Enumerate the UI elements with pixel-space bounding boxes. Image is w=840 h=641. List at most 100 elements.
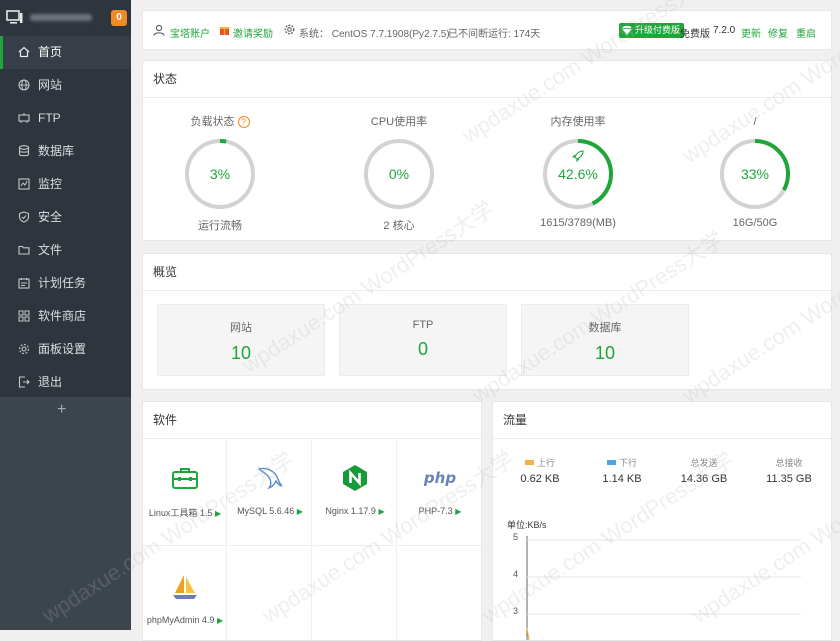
home-icon [18,46,30,58]
apps-icon [18,310,30,322]
monitor-icon [18,178,30,190]
sidebar-item-app-store[interactable]: 软件商店 [0,300,131,333]
sidebar-item-websites[interactable]: 网站 [0,69,131,102]
account-link[interactable]: 宝塔账户 [170,25,210,40]
database-icon [18,145,30,157]
server-ip-blurred [30,14,92,21]
sidebar-item-logout[interactable]: 退出 [0,366,131,399]
gauge-subtext: 16G/50G [732,217,778,229]
sidebar-item-label: 软件商店 [38,309,87,323]
software-empty-slot [398,547,481,640]
overview-label: FTP [412,319,434,331]
overview-ftp[interactable]: FTP 0 [339,304,507,376]
overview-websites[interactable]: 网站 10 [157,304,325,376]
server-icon [6,10,23,24]
gauge-label: 负载状态 [190,116,235,128]
gauge-value: 3% [209,166,231,182]
sidebar-menu: 首页 网站 FTP 数据库 监控 安全 文件 计划任务 软件商店 面板设置 退出 [0,36,131,397]
software-empty-slot [228,547,312,640]
overview-label: 网站 [230,322,252,334]
traffic-value: 1.14 KB [602,473,642,485]
software-item-toolbox[interactable]: Linux工具箱 1.5 ▶ [143,438,227,546]
logout-icon [18,376,30,388]
download-legend-swatch [606,460,616,465]
sidebar-item-security[interactable]: 安全 [0,201,131,234]
sidebar-item-label: 数据库 [38,144,75,158]
sidebar-item-files[interactable]: 文件 [0,234,131,267]
sidebar: 0 首页 网站 FTP 数据库 监控 安全 文件 计划任务 软件商店 面板设置 … [0,0,131,630]
gauge-value: 42.6% [558,166,598,182]
software-item-nginx[interactable]: Nginx 1.17.9 ▶ [313,438,397,546]
repair-link[interactable]: 修复 [768,25,788,40]
traffic-value: 14.36 GB [680,473,728,485]
sidebar-item-home[interactable]: 首页 [0,36,131,69]
traffic-panel: 流量 上行 0.62 KB 下行 1.14 KB 总发送 14.36 GB 总接… [492,401,832,641]
sidebar-item-label: 计划任务 [38,276,87,290]
phpmyadmin-sailboat-icon [173,575,197,599]
upload-legend-swatch [524,460,534,465]
play-icon: ▶ [455,507,462,516]
traffic-total-received: 总接收 11.35 GB [749,457,829,485]
traffic-value: 11.35 GB [766,473,812,485]
globe-icon [18,79,30,91]
traffic-label: 下行 [618,458,637,468]
edition-label: 免费版 [680,29,710,40]
traffic-chart[interactable] [523,536,803,641]
memory-gauge[interactable]: 内存使用率 42.6% 1615/3789(MB) [523,115,633,229]
invite-reward-link[interactable]: 邀请奖励 [233,25,273,40]
panel-title: 软件 [143,402,481,439]
sidebar-item-label: 安全 [38,210,63,224]
overview-count: 10 [594,343,616,363]
sidebar-item-label: 网站 [38,78,63,92]
y-tick-label: 3 [513,606,519,616]
overview-label: 数据库 [588,322,622,334]
sidebar-item-ftp[interactable]: FTP [0,102,131,135]
traffic-label: 总发送 [690,458,718,468]
sidebar-item-label: 监控 [38,177,63,191]
cpu-gauge[interactable]: CPU使用率 0% 2 核心 [344,115,454,233]
upgrade-pro-button[interactable]: 升级付费版 [619,23,685,38]
overview-count: 0 [417,339,428,359]
uptime-info: 已不间断运行: 174天 [448,29,541,40]
software-item-phpmyadmin[interactable]: phpMyAdmin 4.9 ▶ [143,547,227,640]
nginx-icon [343,465,367,491]
overview-databases[interactable]: 数据库 10 [521,304,689,376]
top-bar: 宝塔账户 邀请奖励 系统： CentOS 7.7.1908(Py2.7.5) 已… [142,10,832,50]
upgrade-pro-label: 升级付费版 [635,25,681,35]
toolbox-icon [172,468,198,489]
system-info: 系统： CentOS 7.7.1908(Py2.7.5) [299,29,450,40]
sidebar-header: 0 [0,0,131,36]
load-gauge[interactable]: 负载状态 ? 3% 运行流畅 [165,115,275,233]
schedule-icon [18,278,30,289]
play-icon: ▶ [216,616,224,625]
software-item-php[interactable]: php PHP-7.3 ▶ [398,438,481,546]
play-icon: ▶ [214,509,222,518]
panel-title: 流量 [493,402,831,439]
sidebar-item-settings[interactable]: 面板设置 [0,333,131,366]
update-link[interactable]: 更新 [741,25,761,40]
software-panel: 软件 Linux工具箱 1.5 ▶ MySQL 5.6.46 ▶ Nginx 1… [142,401,482,641]
sidebar-item-cron[interactable]: 计划任务 [0,267,131,300]
traffic-label: 上行 [536,458,555,468]
traffic-total-sent: 总发送 14.36 GB [664,457,744,485]
restart-link[interactable]: 重启 [796,25,816,40]
gauge-label: 内存使用率 [550,116,606,128]
panel-title: 概览 [143,254,831,291]
message-badge[interactable]: 0 [111,10,127,26]
sidebar-item-label: 面板设置 [38,342,87,356]
software-item-mysql[interactable]: MySQL 5.6.46 ▶ [228,438,312,546]
play-icon: ▶ [296,507,303,516]
software-name: Nginx 1.17.9 [325,506,376,516]
sidebar-item-label: 文件 [38,243,63,257]
gauge-subtext: 1615/3789(MB) [540,217,616,229]
gauge-subtext: 运行流畅 [198,220,242,232]
sidebar-item-monitor[interactable]: 监控 [0,168,131,201]
disk-gauge[interactable]: / 33% 16G/50G [700,115,810,229]
help-icon[interactable]: ? [237,116,250,128]
diamond-icon [622,26,632,35]
gauge-value: 33% [740,166,770,182]
sidebar-item-database[interactable]: 数据库 [0,135,131,168]
chart-unit-label: 单位:KB/s [507,520,547,530]
shield-icon [18,211,30,223]
add-shortcut-button[interactable]: + [57,402,66,418]
